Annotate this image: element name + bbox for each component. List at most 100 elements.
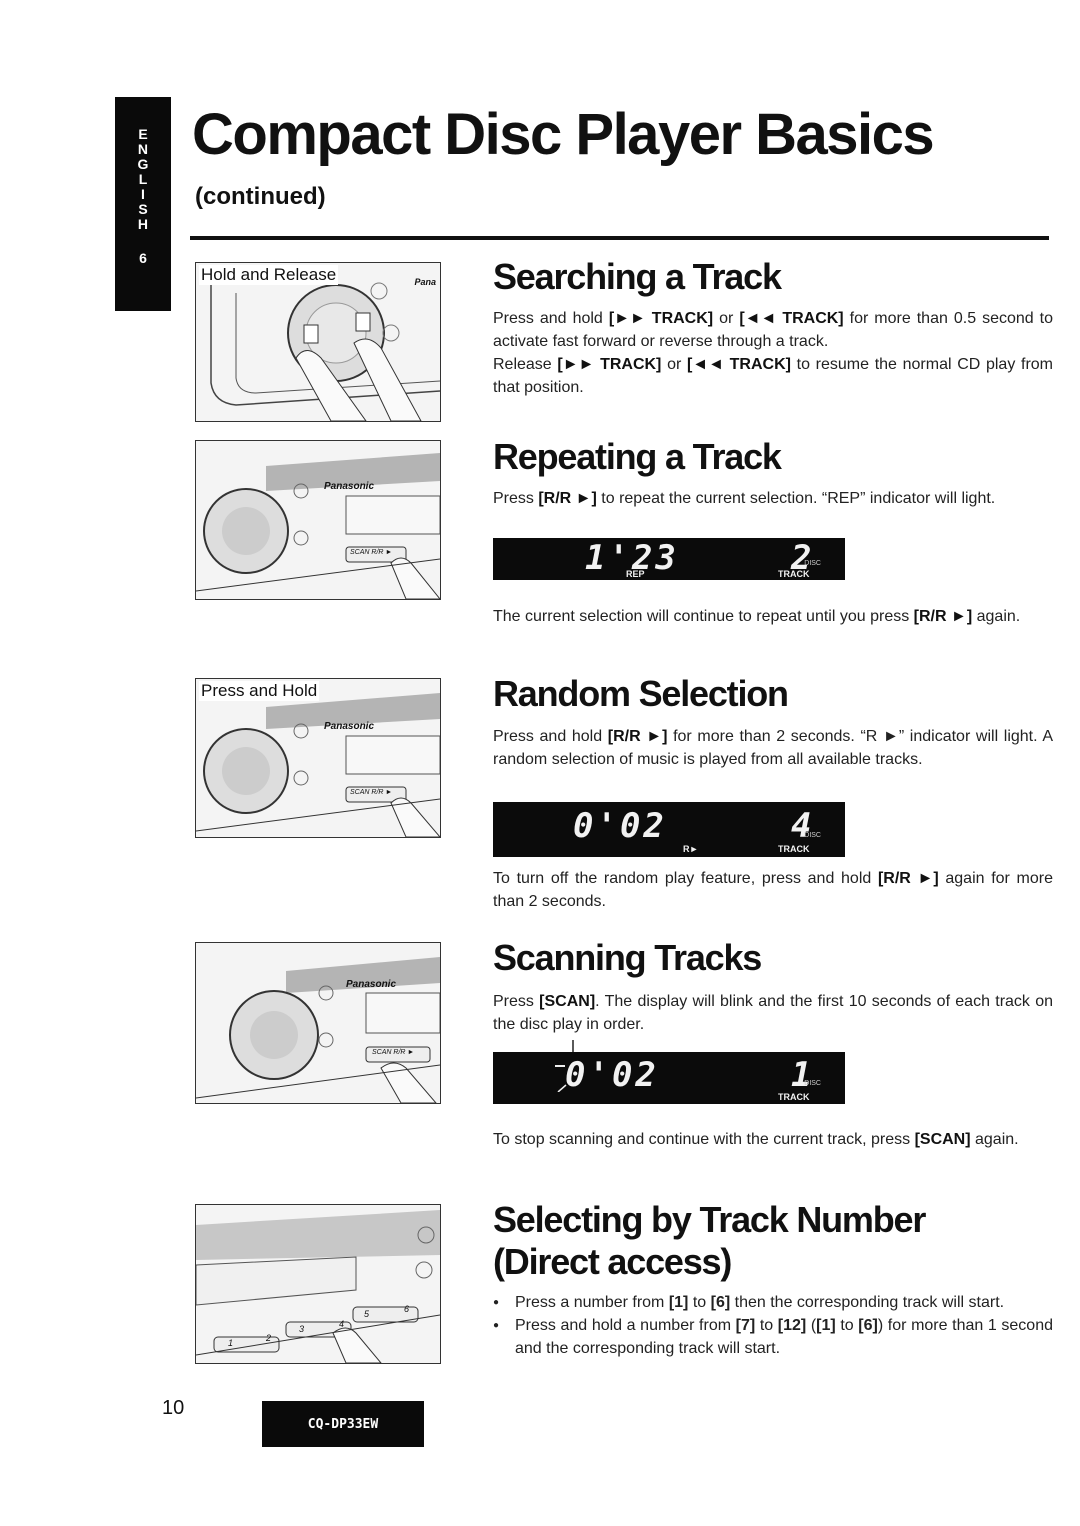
lcd-display-repeat: 1'23 REP 2 TRACK DISC xyxy=(493,538,845,580)
model-badge: CQ-DP33EW xyxy=(262,1401,424,1447)
number-key: [7] xyxy=(735,1317,756,1334)
lcd-disc-label: DISC xyxy=(804,1080,821,1087)
car-stereo-drawing xyxy=(196,453,440,599)
text: again. xyxy=(970,1131,1019,1148)
rr-key: [R/R ►] xyxy=(538,490,597,507)
lcd-random-indicator: R► xyxy=(683,844,699,854)
track-forward-key: [►► TRACK] xyxy=(557,356,662,373)
list-item: Press and hold a number from [7] to [12]… xyxy=(493,1314,1053,1360)
number-key: [1] xyxy=(816,1317,836,1334)
preset-button-label: 5 xyxy=(364,1309,370,1319)
page-number: 10 xyxy=(162,1397,185,1419)
car-stereo-drawing xyxy=(196,693,440,837)
direct-access-list: Press a number from [1] to [6] then the … xyxy=(493,1291,1053,1360)
lcd-display-random: 0'02 R► 4 TRACK DISC xyxy=(493,802,845,857)
lcd-track-number: 4 xyxy=(791,806,815,846)
illustration-hold-release: Hold and Release Pana xyxy=(195,262,441,422)
list-item: Press a number from [1] to [6] then the … xyxy=(493,1291,1053,1314)
text: Press a number from xyxy=(515,1294,669,1311)
illustration-repeat: Panasonic SCAN R/R ► xyxy=(195,440,441,600)
text: again. xyxy=(972,608,1021,625)
text: or xyxy=(661,356,687,373)
heading-random: Random Selection xyxy=(493,673,789,714)
lcd-track-number: 1 xyxy=(791,1055,815,1095)
text: To turn off the random play feature, pre… xyxy=(493,870,878,887)
brand-label: Pana xyxy=(414,277,436,287)
searching-paragraph-1: Press and hold [►► TRACK] or [◄◄ TRACK] … xyxy=(493,307,1053,353)
language-tab: E N G L I S H 6 xyxy=(115,97,171,311)
searching-text: Press and hold [►► TRACK] or [◄◄ TRACK] … xyxy=(493,307,1053,399)
number-key: [6] xyxy=(858,1317,878,1334)
text: Press and hold a number from xyxy=(515,1317,736,1334)
lcd-track-label: TRACK xyxy=(778,569,810,579)
car-stereo-drawing xyxy=(210,282,440,421)
preset-button-label: 6 xyxy=(404,1304,410,1314)
tab-letter: N xyxy=(137,141,149,157)
text: to repeat the current selection. “REP” i… xyxy=(596,490,996,507)
tab-number: 6 xyxy=(139,250,147,266)
lcd-disc-label: DISC xyxy=(804,560,821,567)
repeating-paragraph-2: The current selection will continue to r… xyxy=(493,605,1053,628)
repeating-paragraph-1: Press [R/R ►] to repeat the current sele… xyxy=(493,487,1053,510)
rr-key: [R/R ►] xyxy=(607,728,668,745)
number-key: [12] xyxy=(777,1317,807,1334)
number-key: [6] xyxy=(710,1294,731,1311)
track-back-key: [◄◄ TRACK] xyxy=(686,356,791,373)
text: Press and hold xyxy=(493,310,609,327)
lcd-track-label: TRACK xyxy=(778,844,810,854)
tab-letter: G xyxy=(137,156,149,172)
scanning-paragraph-1: Press [SCAN]. The display will blink and… xyxy=(493,990,1053,1036)
lcd-disc-label: DISC xyxy=(804,832,821,839)
tab-letter: H xyxy=(137,216,149,232)
illustration-scan: Panasonic SCAN R/R ► xyxy=(195,942,441,1104)
tab-letter: S xyxy=(138,201,148,217)
text: To stop scanning and continue with the c… xyxy=(493,1131,915,1148)
scanning-paragraph-2: To stop scanning and continue with the c… xyxy=(493,1128,1053,1151)
heading-direct-access-line2: (Direct access) xyxy=(493,1241,732,1282)
preset-button-label: 2 xyxy=(266,1333,272,1343)
heading-searching: Searching a Track xyxy=(493,256,782,297)
tab-letter: I xyxy=(141,186,145,202)
tab-letter: E xyxy=(138,126,148,142)
text: to xyxy=(688,1294,711,1311)
heading-repeating: Repeating a Track xyxy=(493,436,782,477)
model-number: CQ-DP33EW xyxy=(307,1416,379,1432)
page-subtitle: (continued) xyxy=(195,183,326,210)
illustration-caption: Hold and Release xyxy=(199,265,339,285)
language-letters: E N G L I S H xyxy=(138,127,149,232)
rr-key: [R/R ►] xyxy=(877,870,939,887)
track-forward-key: [►► TRACK] xyxy=(608,310,714,327)
brand-label: Panasonic xyxy=(324,721,375,732)
preset-button-label: 4 xyxy=(339,1319,345,1329)
scan-key: [SCAN] xyxy=(914,1131,971,1148)
text: The current selection will continue to r… xyxy=(493,608,914,625)
header-divider xyxy=(190,236,1049,240)
text: to xyxy=(755,1317,778,1334)
illustration-press-hold: Press and Hold Panasonic SCAN R/R ► xyxy=(195,678,441,838)
lcd-track-label: TRACK xyxy=(778,1092,810,1102)
car-stereo-drawing xyxy=(196,957,440,1103)
lcd-time: 0'02 xyxy=(565,1055,659,1095)
page-title: Compact Disc Player Basics xyxy=(192,102,935,167)
heading-scanning: Scanning Tracks xyxy=(493,937,762,978)
scan-key: [SCAN] xyxy=(539,993,596,1010)
text: Press xyxy=(493,490,539,507)
brand-label: Panasonic xyxy=(346,979,397,990)
scan-rr-button: SCAN R/R ► xyxy=(350,789,393,796)
tab-letter: L xyxy=(138,171,148,187)
text: Release xyxy=(493,356,558,373)
rr-key: [R/R ►] xyxy=(913,608,973,625)
random-paragraph-1: Press and hold [R/R ►] for more than 2 s… xyxy=(493,725,1053,771)
scan-rr-button: SCAN R/R ► xyxy=(372,1049,415,1056)
preset-button-label: 1 xyxy=(228,1338,234,1348)
lcd-rep-indicator: REP xyxy=(626,569,645,579)
illustration-direct-access: 1 2 3 4 5 6 xyxy=(195,1204,441,1364)
text: to xyxy=(835,1317,859,1334)
random-paragraph-2: To turn off the random play feature, pre… xyxy=(493,867,1053,913)
track-back-key: [◄◄ TRACK] xyxy=(739,310,844,327)
text: or xyxy=(713,310,740,327)
text: Press and hold xyxy=(493,728,608,745)
lcd-display-scan: 0'02 1 TRACK DISC xyxy=(493,1040,845,1104)
text: then the corresponding track will start. xyxy=(730,1294,1005,1311)
brand-label: Panasonic xyxy=(324,481,375,492)
